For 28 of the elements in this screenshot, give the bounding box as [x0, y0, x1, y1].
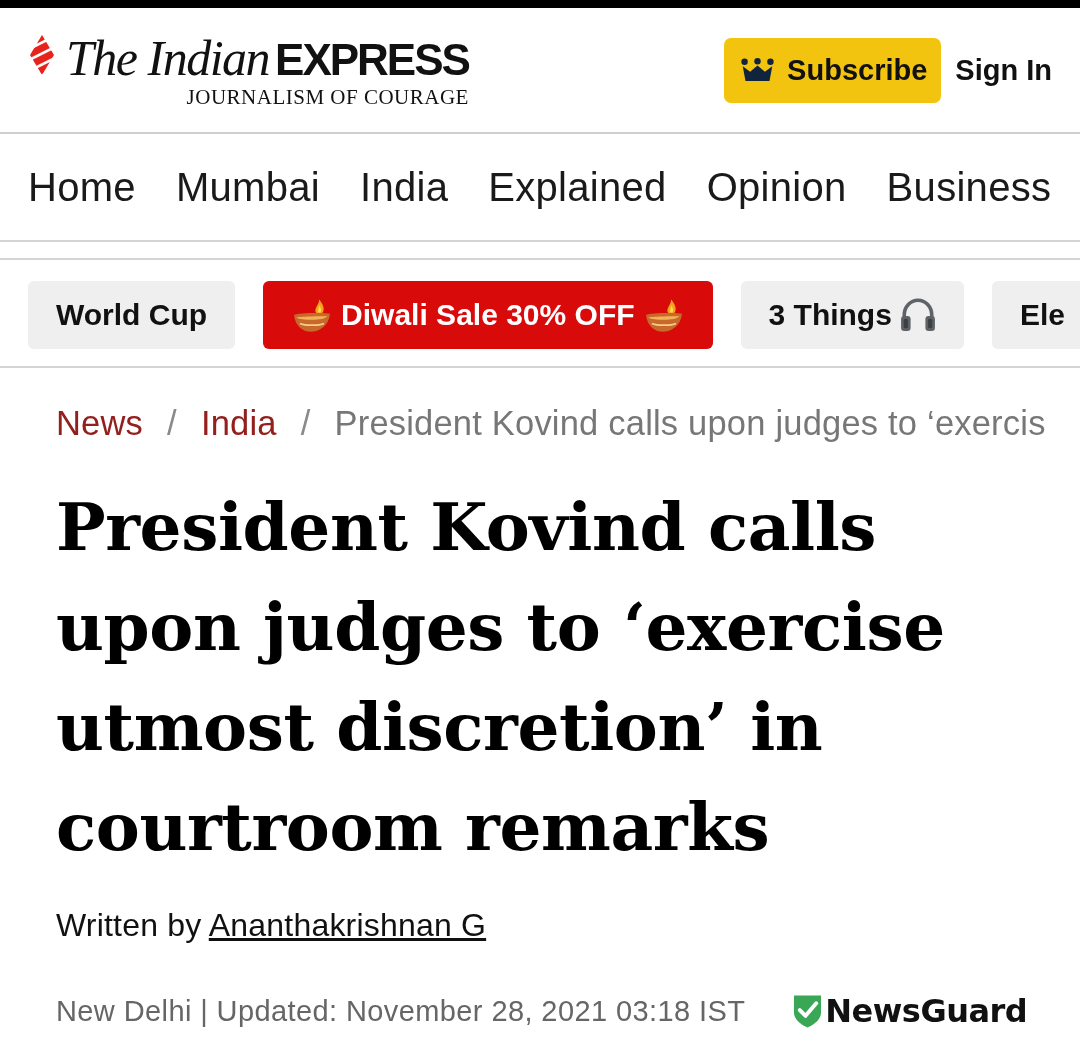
- sale-pill[interactable]: Diwali Sale 30% OFF: [263, 280, 713, 349]
- breadcrumb-separator: /: [167, 404, 177, 443]
- breadcrumb-link[interactable]: India: [200, 404, 277, 443]
- headphones-icon: [899, 297, 936, 332]
- nav-link[interactable]: India: [360, 164, 449, 210]
- masthead-tagline: JOURNALISM OF COURAGE: [186, 84, 469, 110]
- headline: President Kovind calls upon judges to ‘exercise utmost discretion’ in courtroom remarks: [56, 487, 946, 868]
- breadcrumb-separator: /: [300, 404, 311, 443]
- crown-icon: [739, 58, 777, 82]
- nav-link[interactable]: Explained: [488, 164, 667, 210]
- breadcrumb-link[interactable]: News: [56, 404, 144, 443]
- nav-link[interactable]: Home: [28, 164, 136, 210]
- byline: Written by Ananthakrishnan G: [56, 907, 487, 944]
- subscribe-button[interactable]: Subscribe: [724, 37, 942, 103]
- shield-check-icon: [793, 993, 823, 1029]
- nav-link[interactable]: Opinion: [706, 164, 847, 210]
- newsguard-badge[interactable]: NewsGuard: [793, 992, 1028, 1030]
- nav-link[interactable]: Mumbai: [175, 164, 320, 210]
- topic-pill[interactable]: Ele: [991, 280, 1080, 349]
- topic-pill[interactable]: World Cup: [28, 280, 236, 349]
- logo-icon: [30, 34, 54, 75]
- masthead-title: The Indian EXPRESS: [66, 32, 469, 83]
- author-link[interactable]: Ananthakrishnan G: [208, 907, 487, 943]
- breadcrumb-current: President Kovind calls upon judges to ‘exercis: [334, 404, 1046, 443]
- topic-pill[interactable]: 3 Things: [740, 280, 964, 349]
- dateline: New Delhi | Updated: November 28, 2021 03:18 IST: [56, 994, 746, 1028]
- sign-in-link[interactable]: Sign In: [955, 53, 1052, 87]
- nav-link[interactable]: Business: [886, 164, 1052, 210]
